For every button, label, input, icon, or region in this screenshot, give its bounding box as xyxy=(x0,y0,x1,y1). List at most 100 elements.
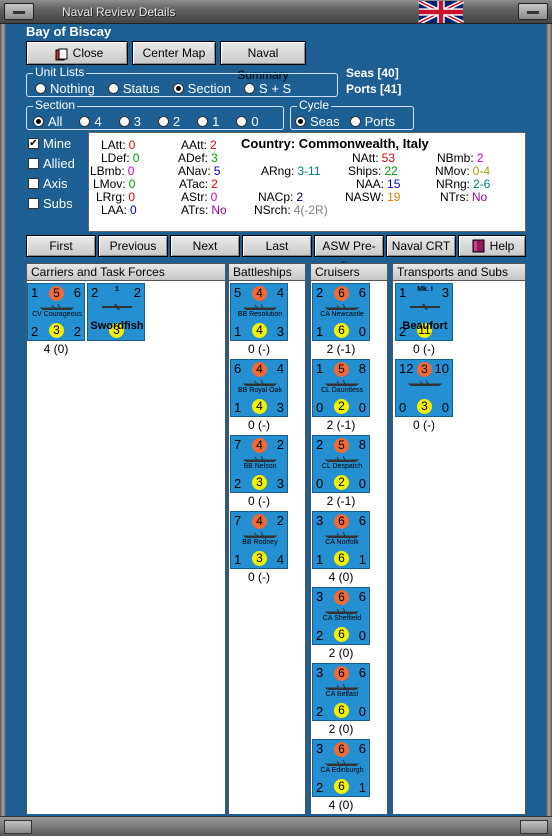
unit-strength: 0 (-) xyxy=(248,494,270,508)
radio-section[interactable]: Section xyxy=(172,81,231,96)
close-button[interactable]: Close xyxy=(26,41,128,65)
move-factor: 3 xyxy=(417,399,432,414)
radio-dot xyxy=(79,116,91,127)
unit-counter[interactable]: 2 6 1 0 6 6 CA Newcastle xyxy=(312,283,370,341)
counter-top-left: 5 xyxy=(234,285,242,300)
unit-counter[interactable]: 1 8 0 0 5 2 CL Dauntless xyxy=(312,359,370,417)
stat-lrrg: LRrg: 0 xyxy=(96,190,135,204)
last-button[interactable]: Last xyxy=(242,235,312,257)
stat-aatt: AAtt: 2 xyxy=(181,138,217,152)
radio-3[interactable]: 3 xyxy=(118,114,141,129)
unit-counter[interactable]: 7 2 2 3 4 3 BB Nelson xyxy=(230,435,288,493)
minimize-button[interactable] xyxy=(4,3,34,20)
stat-nrng: NRng: 2-6 xyxy=(436,177,490,191)
bottom-left-button[interactable] xyxy=(4,820,32,834)
filter-subs[interactable]: Subs xyxy=(28,196,73,211)
unit-counter[interactable]: 12 10 0 0 3 3 xyxy=(395,359,453,417)
stat-key: LBmb: xyxy=(90,164,125,178)
cycle-group: Cycle Seas Ports xyxy=(290,98,414,130)
attack-factor: 5 xyxy=(49,286,64,301)
unit-counter[interactable]: 1 3 2 Mk. I 11 Beaufort xyxy=(395,283,453,341)
counter-top-right: 6 xyxy=(358,513,366,528)
radio-nothing[interactable]: Nothing xyxy=(35,81,95,96)
counter-bottom-right: 0 xyxy=(441,400,449,415)
unit-counter[interactable]: 2 2 1 3 Swordfish xyxy=(87,283,145,341)
uk-flag-icon xyxy=(418,1,464,23)
col-header-carriers: Carriers and Task Forces xyxy=(26,263,226,281)
ship-icon xyxy=(40,304,74,310)
radio-4[interactable]: 4 xyxy=(79,114,102,129)
cycle-label: Cycle xyxy=(297,98,332,112)
unit-strength: 2 (0) xyxy=(328,722,354,736)
stat-value: 2 xyxy=(296,190,304,204)
filter-mine[interactable]: ✔ Mine xyxy=(28,136,71,151)
unit-counter[interactable]: 2 8 0 0 5 2 CL Despatch xyxy=(312,435,370,493)
radio-1[interactable]: 1 xyxy=(197,114,219,129)
radio-seas[interactable]: Seas xyxy=(295,114,340,129)
filter-axis[interactable]: Axis xyxy=(28,176,68,191)
radio-dot xyxy=(236,116,248,127)
checkbox xyxy=(28,158,39,169)
unit-strength: 2 (-1) xyxy=(326,494,356,508)
counter-bottom-right: 0 xyxy=(358,400,366,415)
radio-dot xyxy=(197,116,209,127)
resize-button[interactable] xyxy=(520,820,548,834)
move-factor: 6 xyxy=(334,551,349,566)
unit-counter[interactable]: 3 6 2 0 6 6 CA Sheffield xyxy=(312,587,370,645)
stat-value: 2 xyxy=(211,177,218,191)
naval-crt-button[interactable]: Naval CRT xyxy=(386,235,456,257)
col-cruisers: 2 6 1 0 6 6 CA Newcastle 2 (-1) 1 8 0 0 5 2 CL Dauntle… xyxy=(310,281,388,814)
next-button[interactable]: Next xyxy=(170,235,240,257)
radio-status[interactable]: Status xyxy=(107,81,160,96)
stat-key: ARng: xyxy=(261,164,295,178)
naval-summary-button[interactable]: Naval Summary xyxy=(220,41,306,82)
stat-adef: ADef: 3 xyxy=(178,151,218,165)
stat-ldef: LDef: 0 xyxy=(101,151,139,165)
counter-bottom-left: 2 xyxy=(316,628,324,643)
asw-prefire-button[interactable]: ASW Pre-fire xyxy=(314,235,384,273)
unit-counter[interactable]: 3 6 1 1 6 6 CA Norfolk xyxy=(312,511,370,569)
ship-icon xyxy=(408,380,442,386)
stat-astr: AStr: 0 xyxy=(181,190,217,204)
stat-nsrch: NSrch: 4(-2R) xyxy=(254,203,328,217)
right-frame xyxy=(546,24,552,824)
unit-counter[interactable]: 3 6 2 1 6 6 CA Edinburgh xyxy=(312,739,370,797)
first-button[interactable]: First xyxy=(26,235,96,257)
radio-ports[interactable]: Ports xyxy=(349,114,395,129)
col-transports: 1 3 2 Mk. I 11 Beaufort 0 (-) 12 10 0 0 3 3 0 (-) xyxy=(392,281,526,814)
counter-top-left: 6 xyxy=(234,361,242,376)
help-button[interactable]: Help xyxy=(458,235,526,257)
window-menu-button[interactable] xyxy=(518,3,548,20)
bottom-frame xyxy=(0,816,552,836)
stat-key: LMov: xyxy=(93,177,126,191)
radio-all[interactable]: All xyxy=(33,114,62,129)
radio-0[interactable]: 0 xyxy=(236,114,259,129)
stat-value: 22 xyxy=(384,164,398,178)
radio-dot xyxy=(349,116,361,127)
counter-bottom-right: 3 xyxy=(276,476,284,491)
counter-bottom-left: 2 xyxy=(316,780,324,795)
attack-factor: 4 xyxy=(252,362,267,377)
attack-factor: 5 xyxy=(334,362,349,377)
unit-counter[interactable]: 3 6 2 0 6 6 CA Belfast xyxy=(312,663,370,721)
move-factor: 3 xyxy=(252,551,267,566)
unit-counter[interactable]: 5 4 1 3 4 4 BB Resolution xyxy=(230,283,288,341)
radio-2[interactable]: 2 xyxy=(157,114,180,129)
unit-counter[interactable]: 7 2 1 4 4 3 BB Rodney xyxy=(230,511,288,569)
stat-value: 53 xyxy=(381,151,396,165)
unit-strength: 4 (0) xyxy=(43,342,69,356)
stat-key: NAtt: xyxy=(352,151,379,165)
previous-button[interactable]: Previous xyxy=(98,235,168,257)
side-filters: ✔ Mine Allied Axis Subs xyxy=(26,132,86,232)
unit-counter[interactable]: 1 6 2 2 5 3 CV Courageous xyxy=(27,283,85,341)
counter-top-right: 6 xyxy=(358,665,366,680)
unit-counter[interactable]: 6 4 1 3 4 4 BB Royal Oak xyxy=(230,359,288,417)
unit-name: CA Sheffield xyxy=(322,615,362,622)
radio-s-plus-s[interactable]: S + S xyxy=(244,81,291,96)
center-map-button[interactable]: Center Map xyxy=(132,41,216,65)
filter-allied[interactable]: Allied xyxy=(28,156,75,171)
unit-strength: 4 (0) xyxy=(328,798,354,812)
stat-value: No xyxy=(471,190,488,204)
stat-anav: ANav: 5 xyxy=(178,164,220,178)
stat-value: 15 xyxy=(387,177,401,191)
